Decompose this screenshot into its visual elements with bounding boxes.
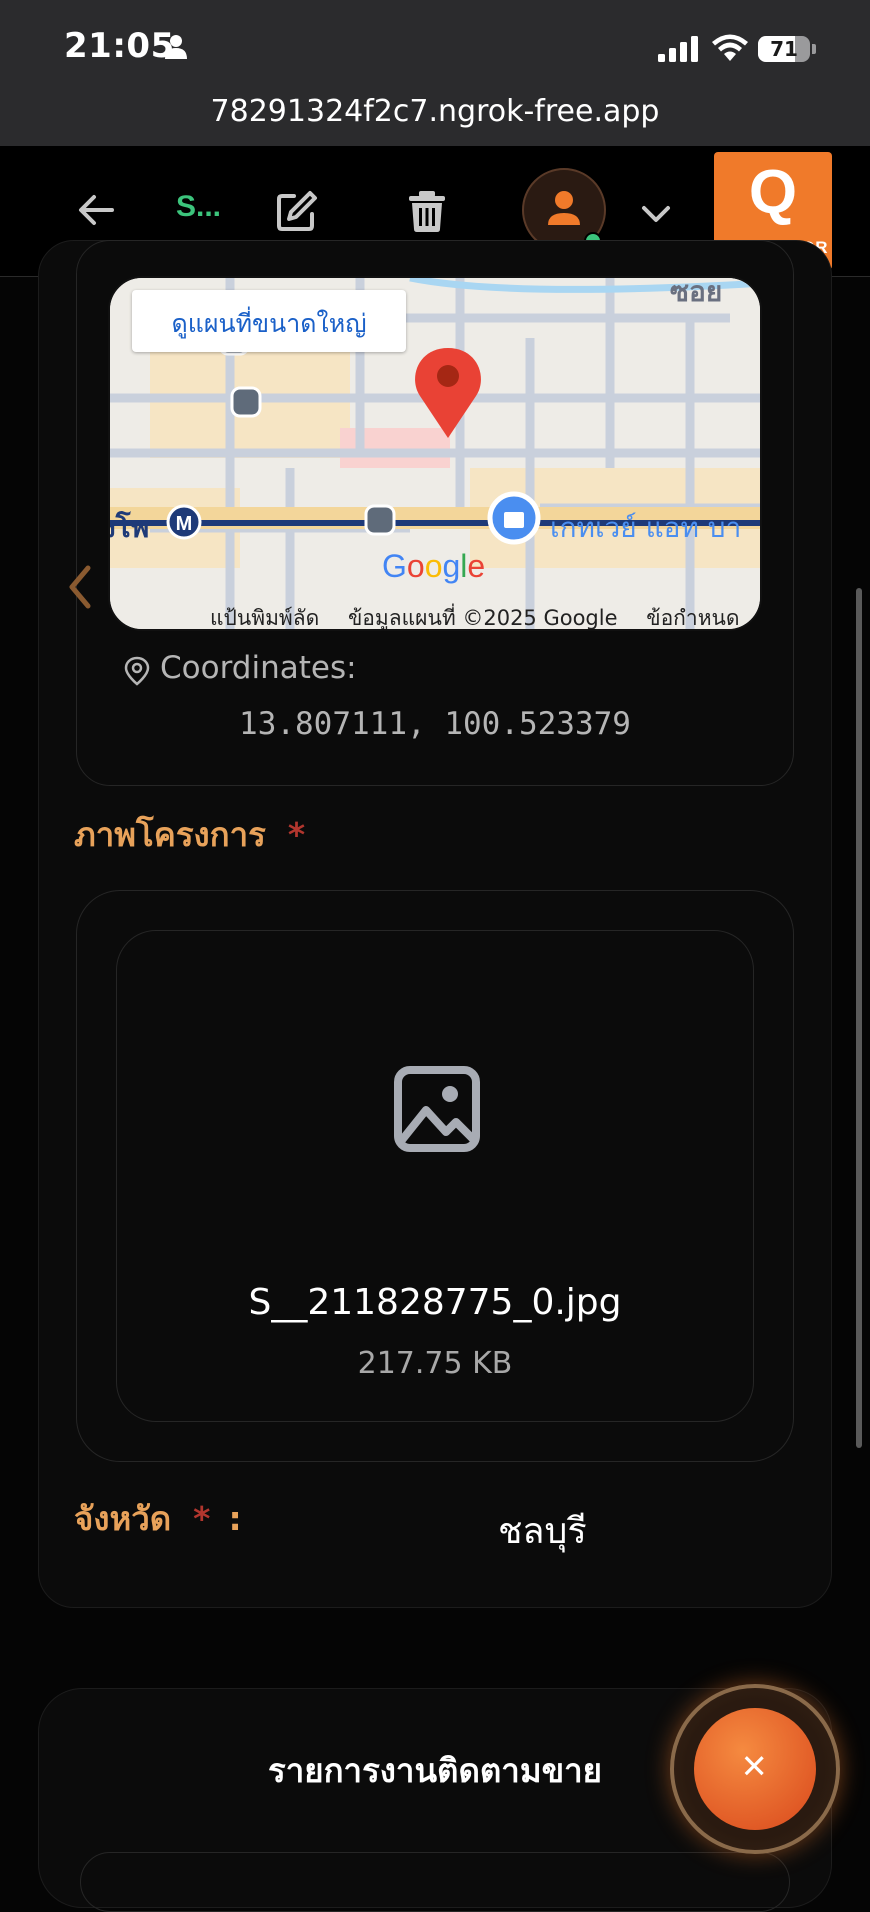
signal-icon [658, 36, 698, 62]
wifi-icon [712, 34, 748, 61]
map-street-label: ซอย [670, 276, 723, 308]
chevron-left-icon[interactable] [64, 562, 94, 612]
battery-indicator: 71 [758, 36, 810, 62]
scrollbar[interactable] [856, 588, 862, 1448]
province-label: จังหวัด *: [74, 1492, 242, 1545]
project-image-label: ภาพโครงการ * [74, 808, 305, 861]
file-size: 217.75 KB [357, 1346, 513, 1381]
province-value: ชลบุรี [498, 1511, 587, 1552]
record-title: S... [176, 190, 222, 223]
edit-icon[interactable] [274, 188, 320, 234]
chevron-down-icon[interactable] [636, 198, 676, 228]
keyboard-shortcuts-link[interactable]: แป้นพิมพ์ลัด [210, 606, 319, 629]
coordinates-value: 13.807111, 100.523379 [239, 706, 631, 742]
google-logo: Google [382, 548, 486, 584]
map-data-attribution: ข้อมูลแผนที่ ©2025 Google [347, 606, 618, 630]
project-image-label-text: ภาพโครงการ [74, 815, 266, 854]
view-larger-map-text: ดูแผนที่ขนาดใหญ่ [171, 309, 367, 338]
back-arrow-icon[interactable] [72, 186, 120, 234]
required-mark: * [287, 815, 306, 854]
person-icon [165, 35, 187, 59]
coordinates-label: Coordinates: [160, 650, 357, 686]
battery-tip [812, 44, 816, 54]
logo-letter: Q [748, 158, 798, 227]
file-name: S__211828775_0.jpg [248, 1282, 622, 1323]
status-time: 21:05 [64, 26, 175, 66]
google-map[interactable]: M ซอย งโพ เกทเวย์ แอท บา ดูแผนที่ขนาดใหญ… [108, 276, 762, 631]
view-larger-map-link[interactable]: ดูแผนที่ขนาดใหญ่ [132, 290, 406, 352]
terms-link[interactable]: ข้อกำหนด [646, 606, 739, 629]
map-footer: แป้นพิมพ์ลัด ข้อมูลแผนที่ ©2025 Google ข… [210, 602, 760, 630]
add-fab-button[interactable]: + [694, 1708, 816, 1830]
url-bar[interactable]: 78291324f2c7.ngrok-free.app [0, 94, 870, 146]
plus-icon: + [728, 1738, 782, 1792]
province-label-text: จังหวัด [74, 1499, 172, 1538]
map-place-label: เกทเวย์ แอท บา [550, 511, 742, 544]
trash-icon[interactable] [404, 188, 450, 234]
svg-text:M: M [176, 513, 193, 535]
province-colon: : [228, 1499, 242, 1538]
map-station-label: งโพ [110, 511, 150, 544]
required-mark: * [193, 1499, 211, 1538]
followup-list [80, 1852, 790, 1912]
battery-percent: 71 [770, 37, 798, 61]
location-pin-icon [124, 656, 150, 686]
status-bar: 21:05 71 [0, 0, 870, 100]
url-text[interactable]: 78291324f2c7.ngrok-free.app [0, 94, 870, 129]
image-icon [394, 1066, 480, 1152]
